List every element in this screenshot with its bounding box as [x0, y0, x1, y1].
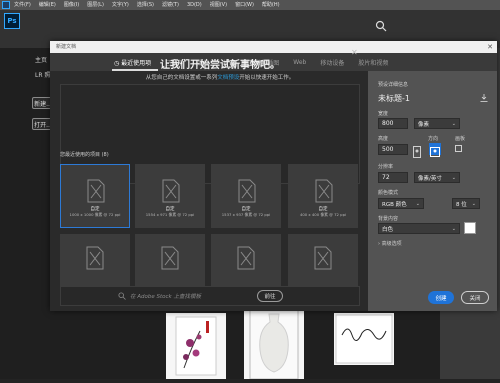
banner-subtitle: 从您自己的文档设置或一系列文档预设开始以快速开始工作。 [145, 75, 295, 81]
banner-close-icon[interactable]: ✕ [351, 48, 358, 57]
dialog-close-icon[interactable]: ✕ [487, 41, 493, 53]
recent-preset-card[interactable] [288, 234, 358, 286]
height-label: 高度 [378, 136, 389, 142]
recent-preset-card[interactable] [135, 234, 205, 286]
color-mode-select[interactable]: RGB 颜色 ⌄ [378, 198, 424, 209]
menu-edit[interactable]: 编辑(E) [39, 0, 56, 10]
tab-film[interactable]: 胶片和视频 [358, 58, 388, 67]
menu-type[interactable]: 文字(Y) [112, 0, 129, 10]
recent-preset-card[interactable]: 自定 400 x 400 像素 @ 72 ppi [288, 164, 358, 228]
chevron-down-icon: ⌄ [451, 225, 456, 232]
search-icon[interactable] [375, 20, 387, 32]
width-input[interactable]: 800 [378, 118, 408, 129]
stock-search-input[interactable]: 在 Adobe Stock 上查找模板 [130, 292, 201, 300]
chevron-down-icon: ⌄ [415, 200, 420, 207]
document-icon [162, 179, 180, 203]
resolution-unit-select[interactable]: 像素/英寸 ⌄ [414, 172, 460, 183]
dialog-title: 新建文档 [50, 41, 497, 53]
details-header: 预设详细信息 [378, 82, 409, 88]
background-color-swatch[interactable] [464, 222, 476, 234]
close-button[interactable]: 关闭 [461, 291, 489, 304]
landscape-orientation-icon[interactable] [429, 143, 441, 157]
card-dimensions: 400 x 400 像素 @ 72 ppi [299, 212, 347, 217]
recent-file-thumb[interactable] [166, 313, 226, 379]
recent-file-thumb[interactable] [244, 306, 304, 380]
color-mode-label: 颜色模式 [378, 190, 399, 196]
menu-layer[interactable]: 图层(L) [87, 0, 104, 10]
signature-image [335, 314, 393, 364]
menubar: 文件(F) 编辑(E) 图像(I) 图层(L) 文字(Y) 选择(S) 滤镜(T… [0, 0, 500, 10]
artboard-checkbox[interactable] [455, 145, 462, 152]
resolution-input[interactable]: 72 [378, 172, 408, 183]
document-icon [238, 179, 256, 203]
portrait-orientation-icon[interactable] [412, 143, 422, 158]
presets-link[interactable]: 文档预设 [217, 75, 239, 81]
width-unit-select[interactable]: 像素 ⌄ [414, 118, 460, 129]
card-dimensions: 1554 x 971 像素 @ 72 ppi [145, 212, 195, 217]
recent-items-label: 您最近使用的项目 (8) [60, 152, 109, 158]
document-icon [86, 246, 104, 270]
recent-preset-card[interactable]: 自定 1537 x 937 像素 @ 72 ppi [211, 164, 281, 228]
stock-search-bar [60, 286, 360, 306]
recent-preset-card[interactable] [211, 234, 281, 286]
orientation-label: 方向 [428, 136, 439, 142]
recent-preset-card[interactable]: 自定 1000 x 1000 像素 @ 72 ppi [60, 164, 130, 228]
sidebar-item-home[interactable]: 主页 [35, 55, 47, 64]
menu-file[interactable]: 文件(F) [14, 0, 31, 10]
document-name-field[interactable]: 未标题-1 [378, 93, 410, 104]
document-icon [87, 179, 105, 203]
advanced-options-toggle[interactable]: › 高级选项 [378, 240, 402, 247]
photoshop-logo: Ps [4, 13, 20, 29]
vase-image [249, 309, 299, 380]
chevron-down-icon: ⌄ [451, 174, 456, 181]
document-icon [161, 246, 179, 270]
document-icon [315, 179, 333, 203]
menu-view[interactable]: 视图(V) [210, 0, 227, 10]
document-icon [237, 246, 255, 270]
go-button[interactable]: 前往 [257, 290, 283, 302]
chevron-down-icon: ⌄ [451, 120, 456, 127]
menu-3d[interactable]: 3D(D) [187, 0, 202, 10]
flower-painting-image [175, 316, 217, 376]
chevron-down-icon: ⌄ [471, 200, 476, 207]
document-icon [314, 246, 332, 270]
card-dimensions: 1000 x 1000 像素 @ 72 ppi [69, 212, 121, 217]
menu-help[interactable]: 帮助(H) [262, 0, 280, 10]
menu-select[interactable]: 选择(S) [137, 0, 154, 10]
create-button[interactable]: 创建 [428, 291, 454, 304]
width-label: 宽度 [378, 111, 389, 117]
height-input[interactable]: 500 [378, 144, 408, 155]
ps-mini-logo [2, 1, 10, 9]
resolution-label: 分辨率 [378, 164, 394, 170]
menu-image[interactable]: 图像(I) [64, 0, 79, 10]
bit-depth-select[interactable]: 8 位 ⌄ [452, 198, 480, 209]
menu-window[interactable]: 窗口(W) [235, 0, 254, 10]
menu-filter[interactable]: 滤镜(T) [162, 0, 179, 10]
artboard-label: 画板 [455, 136, 466, 142]
search-icon [118, 292, 126, 300]
background-select[interactable]: 白色 ⌄ [378, 223, 460, 234]
banner-title: 让我们开始尝试新事物吧。 [160, 60, 280, 71]
background-label: 背景内容 [378, 216, 399, 222]
card-dimensions: 1537 x 937 像素 @ 72 ppi [221, 212, 271, 217]
recent-file-thumb[interactable] [334, 313, 394, 365]
recent-preset-card[interactable] [60, 234, 130, 286]
save-preset-icon[interactable] [480, 94, 488, 102]
recent-preset-card[interactable]: 自定 1554 x 971 像素 @ 72 ppi [135, 164, 205, 228]
